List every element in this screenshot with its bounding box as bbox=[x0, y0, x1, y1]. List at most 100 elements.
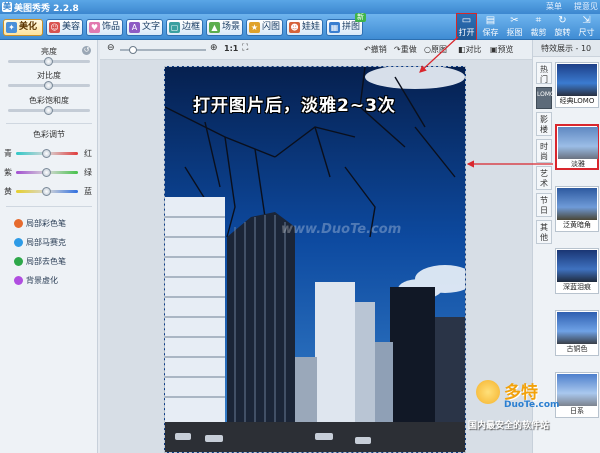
cyan-red-slider[interactable] bbox=[16, 149, 78, 158]
effect-deep-blue[interactable]: 深蓝泪痕 bbox=[555, 248, 599, 294]
reset-icon[interactable]: ↺ bbox=[82, 46, 91, 55]
heart-icon: ♥ bbox=[89, 22, 100, 33]
compare-button[interactable]: ◧对比 bbox=[458, 44, 482, 55]
tab-label: 饰品 bbox=[102, 22, 121, 32]
color-brush-icon bbox=[14, 219, 23, 228]
tab-text[interactable]: A 文字 bbox=[126, 19, 163, 36]
purple-green-slider[interactable] bbox=[16, 168, 78, 177]
cutout-icon: ✂ bbox=[510, 15, 519, 26]
vtab-label: 其他 bbox=[540, 223, 548, 242]
local-desaturate-brush[interactable]: 局部去色笔 bbox=[14, 256, 66, 267]
brush-label: 背景虚化 bbox=[26, 276, 58, 285]
brush-label: 局部马赛克 bbox=[26, 238, 66, 247]
tab-beautify[interactable]: ✦ 美化 bbox=[3, 19, 43, 36]
vtab-other[interactable]: 其他 bbox=[536, 220, 552, 244]
red-label: 红 bbox=[84, 149, 92, 158]
slider-knob[interactable] bbox=[42, 168, 51, 177]
preview-icon: ▣ bbox=[490, 45, 498, 54]
effects-header: 特效展示 - 10 bbox=[533, 40, 600, 57]
local-color-brush[interactable]: 局部彩色笔 bbox=[14, 218, 66, 229]
tab-doll[interactable]: ☻ 娃娃 bbox=[286, 19, 323, 36]
cutout-button[interactable]: ✂ 抠图 bbox=[505, 14, 524, 40]
compare-icon: ◧ bbox=[458, 45, 466, 54]
yellow-blue-slider[interactable] bbox=[16, 187, 78, 196]
slider-knob[interactable] bbox=[44, 57, 53, 66]
effect-label: 古铜色 bbox=[566, 345, 588, 353]
preview-button[interactable]: ▣预览 bbox=[490, 44, 514, 55]
brush-label: 局部彩色笔 bbox=[26, 219, 66, 228]
redo-button[interactable]: ↷重做 bbox=[394, 44, 417, 55]
brightness-slider[interactable] bbox=[8, 57, 90, 66]
menu-link[interactable]: 菜单 bbox=[546, 1, 562, 12]
vtab-label: 艺术 bbox=[540, 169, 548, 188]
effect-preview bbox=[557, 188, 597, 220]
vtab-lomo[interactable]: LOMO bbox=[536, 87, 555, 109]
tab-puzzle[interactable]: ▦ 拼图 新 bbox=[326, 13, 366, 36]
fit-screen-icon[interactable]: ⛶ bbox=[242, 43, 248, 53]
effect-yellow-vignette[interactable]: 泛黄暗角 bbox=[555, 186, 599, 232]
contrast-slider[interactable] bbox=[8, 81, 90, 90]
undo-label: 撤销 bbox=[370, 45, 387, 54]
slider-knob[interactable] bbox=[42, 149, 51, 158]
vtab-label: 热门 bbox=[540, 65, 548, 84]
slider-knob[interactable] bbox=[44, 81, 53, 90]
effect-elegant[interactable]: 淡雅 bbox=[555, 124, 599, 170]
actual-size-button[interactable]: 1:1 bbox=[224, 44, 238, 53]
zoom-knob[interactable] bbox=[128, 46, 137, 54]
open-button[interactable]: ▭ 打开 bbox=[456, 13, 477, 41]
vtab-holiday[interactable]: 节日 bbox=[536, 193, 552, 217]
background-blur-brush[interactable]: 背景虚化 bbox=[14, 275, 58, 286]
original-button[interactable]: ○原图 bbox=[424, 44, 447, 55]
local-mosaic-brush[interactable]: 局部马赛克 bbox=[14, 237, 66, 248]
tab-frame[interactable]: ▢ 边框 bbox=[166, 19, 203, 36]
undo-button[interactable]: ↶撤销 bbox=[364, 44, 387, 55]
watermark-text: www.DuoTe.com bbox=[281, 222, 402, 237]
slider-knob[interactable] bbox=[42, 187, 51, 196]
effect-preview bbox=[557, 64, 597, 96]
flash-icon: ★ bbox=[249, 22, 260, 33]
crop-label: 裁剪 bbox=[530, 28, 547, 37]
zoom-slider[interactable] bbox=[120, 46, 206, 54]
vtab-studio[interactable]: 影楼 bbox=[536, 112, 552, 136]
original-label: 原图 bbox=[430, 45, 447, 54]
face-icon: ☺ bbox=[49, 22, 60, 33]
tab-accessories[interactable]: ♥ 饰品 bbox=[86, 19, 123, 36]
effect-bronze[interactable]: 古铜色 bbox=[555, 310, 599, 356]
undo-icon: ↶ bbox=[364, 45, 371, 54]
tab-flash[interactable]: ★ 闪图 bbox=[246, 19, 283, 36]
vtab-popular[interactable]: 热门 bbox=[536, 62, 552, 84]
resize-button[interactable]: ⇲ 尺寸 bbox=[577, 14, 596, 40]
mascot-icon bbox=[476, 380, 500, 404]
contrast-label: 对比度 bbox=[37, 71, 61, 80]
new-badge: 新 bbox=[355, 13, 366, 22]
tab-scene[interactable]: ▲ 场景 bbox=[206, 19, 243, 36]
tab-beauty[interactable]: ☺ 美容 bbox=[46, 19, 83, 36]
effect-label: 泛黄暗角 bbox=[563, 221, 591, 229]
site-badge: 多特 DuoTe.com 国内最安全的软件站 bbox=[468, 378, 600, 438]
window-title: 美图秀秀 2.2.8 bbox=[14, 4, 79, 14]
frame-icon: ▢ bbox=[169, 22, 180, 33]
saturation-label: 色彩饱和度 bbox=[29, 96, 69, 105]
saturation-slider[interactable] bbox=[8, 106, 90, 115]
slider-knob[interactable] bbox=[44, 106, 53, 115]
desaturate-brush-icon bbox=[14, 257, 23, 266]
compare-label: 对比 bbox=[465, 45, 482, 54]
rotate-button[interactable]: ↻ 旋转 bbox=[553, 14, 572, 40]
vtab-label: 节日 bbox=[540, 196, 548, 215]
vtab-label: LOMO bbox=[537, 91, 555, 98]
effect-classic-lomo[interactable]: 经典LOMO bbox=[555, 62, 599, 108]
crop-icon: ⌗ bbox=[535, 15, 542, 26]
vtab-art[interactable]: 艺术 bbox=[536, 166, 552, 190]
vtab-fashion[interactable]: 时尚 bbox=[536, 139, 552, 163]
tab-label: 拼图 bbox=[342, 22, 361, 32]
save-button[interactable]: ▤ 保存 bbox=[481, 14, 500, 40]
tab-label: 场景 bbox=[222, 22, 241, 32]
feedback-link[interactable]: 提意见 bbox=[574, 1, 598, 12]
photo-canvas[interactable]: 打开图片后，淡雅2~3次 www.DuoTe.com bbox=[164, 66, 466, 453]
crop-button[interactable]: ⌗ 裁剪 bbox=[529, 14, 548, 40]
site-slogan: 国内最安全的软件站 bbox=[468, 421, 550, 431]
blue-label: 蓝 bbox=[84, 187, 92, 196]
zoom-in-icon[interactable]: ⊕ bbox=[210, 43, 218, 53]
doll-icon: ☻ bbox=[289, 22, 300, 33]
zoom-out-icon[interactable]: ⊖ bbox=[107, 43, 115, 53]
